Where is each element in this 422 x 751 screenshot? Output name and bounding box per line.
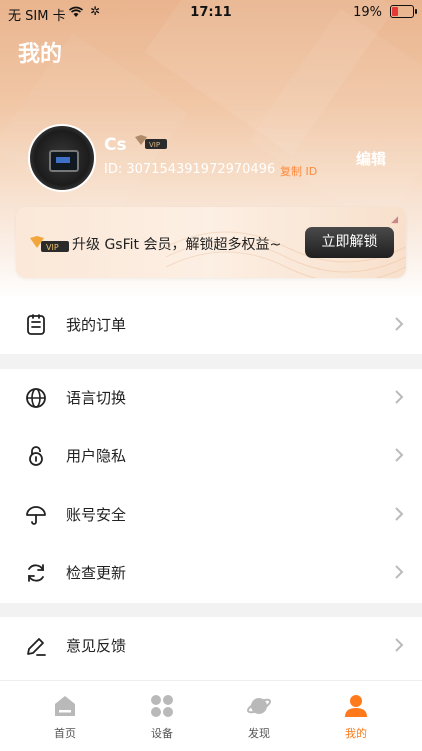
avatar[interactable] xyxy=(28,124,96,192)
chevron-right-icon xyxy=(395,390,404,404)
chevron-right-icon xyxy=(395,638,404,652)
globe-icon xyxy=(26,388,46,408)
menu-card-feedback: 意见反馈 xyxy=(0,617,422,680)
chevron-right-icon xyxy=(395,317,404,331)
menu-item-label: 意见反馈 xyxy=(66,637,127,655)
refresh-icon xyxy=(28,564,44,582)
order-icon xyxy=(27,314,45,335)
chevron-right-icon xyxy=(395,507,404,521)
chevron-right-icon xyxy=(395,565,404,579)
svg-text:VIP: VIP xyxy=(46,243,59,252)
menu-item-check-update[interactable]: 检查更新 xyxy=(0,544,422,602)
svg-text:VIP: VIP xyxy=(149,141,160,149)
menu-item-label: 用户隐私 xyxy=(66,447,127,465)
edit-profile-button[interactable]: 编辑 xyxy=(356,148,386,169)
copy-id-button[interactable]: 复制 ID xyxy=(280,163,317,179)
menu-item-label: 我的订单 xyxy=(66,316,127,334)
page-title: 我的 xyxy=(18,42,63,67)
battery-percent: 19% xyxy=(353,5,382,20)
menu-item-language[interactable]: 语言切换 xyxy=(0,369,422,427)
tab-label: 我的 xyxy=(345,727,367,740)
tab-discover[interactable]: 发现 xyxy=(219,687,299,741)
home-icon xyxy=(55,696,75,716)
devices-icon xyxy=(151,695,173,717)
menu-card-settings: 语言切换 用户隐私 账号安全 检查更新 xyxy=(0,369,422,603)
menu-item-label: 检查更新 xyxy=(66,564,127,582)
bottom-tab-bar: 首页 设备 发现 我的 xyxy=(0,680,422,751)
menu-card-orders: 我的订单 xyxy=(0,296,422,354)
menu-item-orders[interactable]: 我的订单 xyxy=(0,296,422,354)
chevron-right-icon xyxy=(395,448,404,462)
tab-label: 设备 xyxy=(151,727,173,740)
menu-item-feedback[interactable]: 意见反馈 xyxy=(0,617,422,675)
tab-label: 首页 xyxy=(54,727,76,740)
umbrella-icon xyxy=(26,506,46,525)
menu-item-account-security[interactable]: 账号安全 xyxy=(0,486,422,544)
battery-icon xyxy=(390,5,417,18)
menu-item-label: 语言切换 xyxy=(66,389,127,407)
tab-devices[interactable]: 设备 xyxy=(122,687,202,741)
status-bar: 无 SIM 卡 ✲ 17:11 19% xyxy=(0,0,422,24)
unlock-now-button[interactable]: 立即解锁 xyxy=(305,227,394,258)
planet-icon xyxy=(246,698,272,714)
vip-icon: VIP xyxy=(30,236,69,252)
tab-label: 发现 xyxy=(248,727,270,740)
pencil-icon xyxy=(27,638,46,656)
user-id: ID: 307154391972970496 xyxy=(104,162,276,177)
tab-home[interactable]: 首页 xyxy=(25,687,105,741)
vip-upgrade-banner[interactable]: ◢ VIP 升级 GsFit 会员，解锁超多权益~ 立即解锁 xyxy=(16,207,406,278)
lock-icon xyxy=(29,446,43,466)
megaphone-icon: ◢ xyxy=(391,215,398,225)
vip-banner-text: 升级 GsFit 会员，解锁超多权益~ xyxy=(72,237,282,253)
menu-item-privacy[interactable]: 用户隐私 xyxy=(0,427,422,485)
tab-mine[interactable]: 我的 xyxy=(316,687,396,741)
user-icon xyxy=(345,695,367,717)
vip-badge-icon: VIP xyxy=(135,135,167,149)
menu-item-label: 账号安全 xyxy=(66,506,127,524)
username: Cs xyxy=(104,135,127,155)
